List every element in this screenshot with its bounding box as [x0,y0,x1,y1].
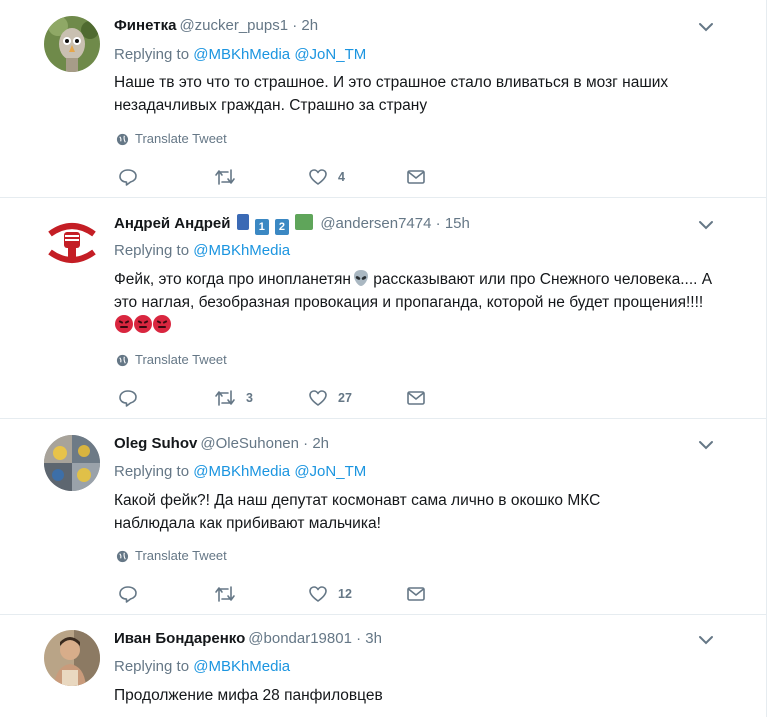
mention-link[interactable]: @MBKhMedia [193,242,290,259]
tweet-timeline: Финетка @zucker_pups1 · 2h Replying to @M… [0,0,767,717]
timestamp[interactable]: 2h [312,435,329,452]
username[interactable]: @zucker_pups1 [179,17,288,34]
display-name[interactable]: Иван Бондаренко [114,630,245,647]
retweet-icon [215,390,235,406]
books-icon [236,214,249,230]
tweet-header: Андрей Андрей 1 2 @andersen7474 · 15h [114,214,470,235]
mention-link[interactable]: @JoN_TM [294,463,366,480]
tweet-header: Финетка @zucker_pups1 · 2h [114,17,319,34]
reply-button[interactable] [118,387,148,409]
reply-icon [119,390,137,407]
tweet[interactable]: Андрей Андрей 1 2 @andersen7474 · 15h Re… [0,198,766,419]
alien-icon [353,269,369,287]
envelope-icon [407,391,425,405]
globe-icon [116,133,129,145]
translate-tweet[interactable]: Translate Tweet [116,548,227,564]
tweet[interactable]: Oleg Suhov @OleSuhonen · 2h Replying to @… [0,419,766,615]
replying-to: Replying to @MBKhMedia [114,242,291,259]
chevron-down-icon[interactable] [696,215,716,235]
replying-to: Replying to @MBKhMedia @JoN_TM [114,46,367,63]
money-icon [295,214,314,230]
envelope-icon [407,587,425,601]
retweet-icon [215,169,235,185]
keycap-one-icon: 1 [254,219,269,235]
display-name[interactable]: Финетка [114,17,176,34]
retweet-button[interactable]: 3 [214,387,253,409]
retweet-button[interactable] [214,583,246,605]
tweet-header: Oleg Suhov @OleSuhonen · 2h [114,435,330,452]
avatar[interactable] [44,630,100,686]
heart-icon [309,390,327,406]
like-button[interactable]: 27 [308,387,352,409]
direct-message-button[interactable] [406,387,426,409]
retweet-icon [215,586,235,602]
like-button[interactable]: 4 [308,166,345,188]
angry-face-icon [115,315,133,333]
heart-icon [309,169,327,185]
mention-link[interactable]: @MBKhMedia [193,46,290,63]
keycap-two-icon: 2 [274,219,289,235]
heart-icon [309,586,327,602]
tweet-text: Наше тв это что то страшное. И это страш… [114,74,669,114]
display-name[interactable]: Андрей Андрей [114,215,230,232]
chevron-down-icon[interactable] [696,630,716,650]
direct-message-button[interactable] [406,583,426,605]
tweet-text: Продолжение мифа 28 панфиловцев [114,687,383,704]
avatar[interactable] [44,435,100,491]
chevron-down-icon[interactable] [696,435,716,455]
like-button[interactable]: 12 [308,583,352,605]
timestamp[interactable]: 2h [301,17,318,34]
translate-tweet[interactable]: Translate Tweet [116,131,227,147]
angry-face-icon [153,315,171,333]
avatar[interactable] [44,214,100,270]
mention-link[interactable]: @MBKhMedia [193,463,290,480]
reply-button[interactable] [118,166,148,188]
chevron-down-icon[interactable] [696,17,716,37]
name-emoji-badges: 1 2 [235,214,318,235]
mention-link[interactable]: @JoN_TM [294,46,366,63]
username[interactable]: @andersen7474 [320,215,431,232]
tweet-text: Фейк, это когда про инопланетян рассказы… [114,268,714,337]
angry-face-icon [134,315,152,333]
retweet-button[interactable] [214,166,246,188]
reply-icon [119,169,137,186]
username[interactable]: @OleSuhonen [200,435,299,452]
globe-icon [116,550,129,562]
timestamp[interactable]: 15h [445,215,470,232]
envelope-icon [407,170,425,184]
reply-button[interactable] [118,583,148,605]
timestamp[interactable]: 3h [365,630,382,647]
reply-icon [119,586,137,603]
username[interactable]: @bondar19801 [248,630,352,647]
replying-to: Replying to @MBKhMedia @JoN_TM [114,463,367,480]
avatar[interactable] [44,16,100,72]
display-name[interactable]: Oleg Suhov [114,435,197,452]
translate-tweet[interactable]: Translate Tweet [116,352,227,368]
tweet[interactable]: Финетка @zucker_pups1 · 2h Replying to @M… [0,0,766,198]
direct-message-button[interactable] [406,166,426,188]
tweet-header: Иван Бондаренко @bondar19801 · 3h [114,630,382,647]
globe-icon [116,354,129,366]
tweet-text: Какой фейк?! Да наш депутат космонавт са… [114,492,601,532]
tweet[interactable]: Иван Бондаренко @bondar19801 · 3h Replyin… [0,615,766,717]
mention-link[interactable]: @MBKhMedia [193,658,290,675]
replying-to: Replying to @MBKhMedia [114,658,291,675]
